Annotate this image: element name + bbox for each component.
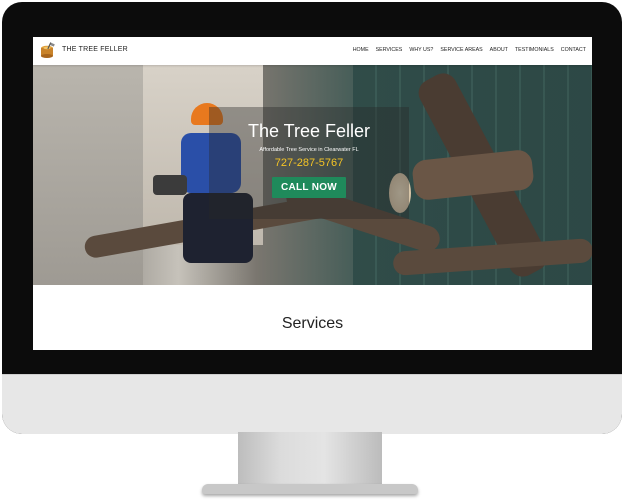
hero-overlay: The Tree Feller Affordable Tree Service … xyxy=(209,107,409,219)
hero-phone[interactable]: 727-287-5767 xyxy=(209,157,409,169)
monitor-frame: THE TREE FELLER HOME SERVICES WHY US? SE… xyxy=(2,2,622,434)
website-screen: THE TREE FELLER HOME SERVICES WHY US? SE… xyxy=(33,37,592,350)
hero-title: The Tree Feller xyxy=(247,121,371,141)
monitor-chin xyxy=(2,374,622,434)
nav-home[interactable]: HOME xyxy=(353,47,369,53)
site-brand[interactable]: THE TREE FELLER xyxy=(62,46,128,53)
nav-about[interactable]: ABOUT xyxy=(490,47,508,53)
call-now-button[interactable]: CALL NOW xyxy=(271,177,347,198)
services-heading: Services xyxy=(281,315,344,332)
tree-stump-axe-icon[interactable] xyxy=(39,42,55,59)
hero-subtitle: Affordable Tree Service in Clearwater FL xyxy=(259,147,359,153)
hero-banner: The Tree Feller Affordable Tree Service … xyxy=(33,65,592,285)
nav-service-areas[interactable]: SERVICE AREAS xyxy=(440,47,482,53)
monitor-stand xyxy=(238,432,382,486)
nav-testimonials[interactable]: TESTIMONIALS xyxy=(515,47,554,53)
nav-services[interactable]: SERVICES xyxy=(376,47,403,53)
hero-photo-chainsaw xyxy=(153,175,187,195)
site-header: THE TREE FELLER HOME SERVICES WHY US? SE… xyxy=(33,37,592,65)
nav-contact[interactable]: CONTACT xyxy=(561,47,586,53)
nav-why-us[interactable]: WHY US? xyxy=(409,47,433,53)
monitor-base xyxy=(202,484,418,494)
main-nav: HOME SERVICES WHY US? SERVICE AREAS ABOU… xyxy=(353,47,586,53)
